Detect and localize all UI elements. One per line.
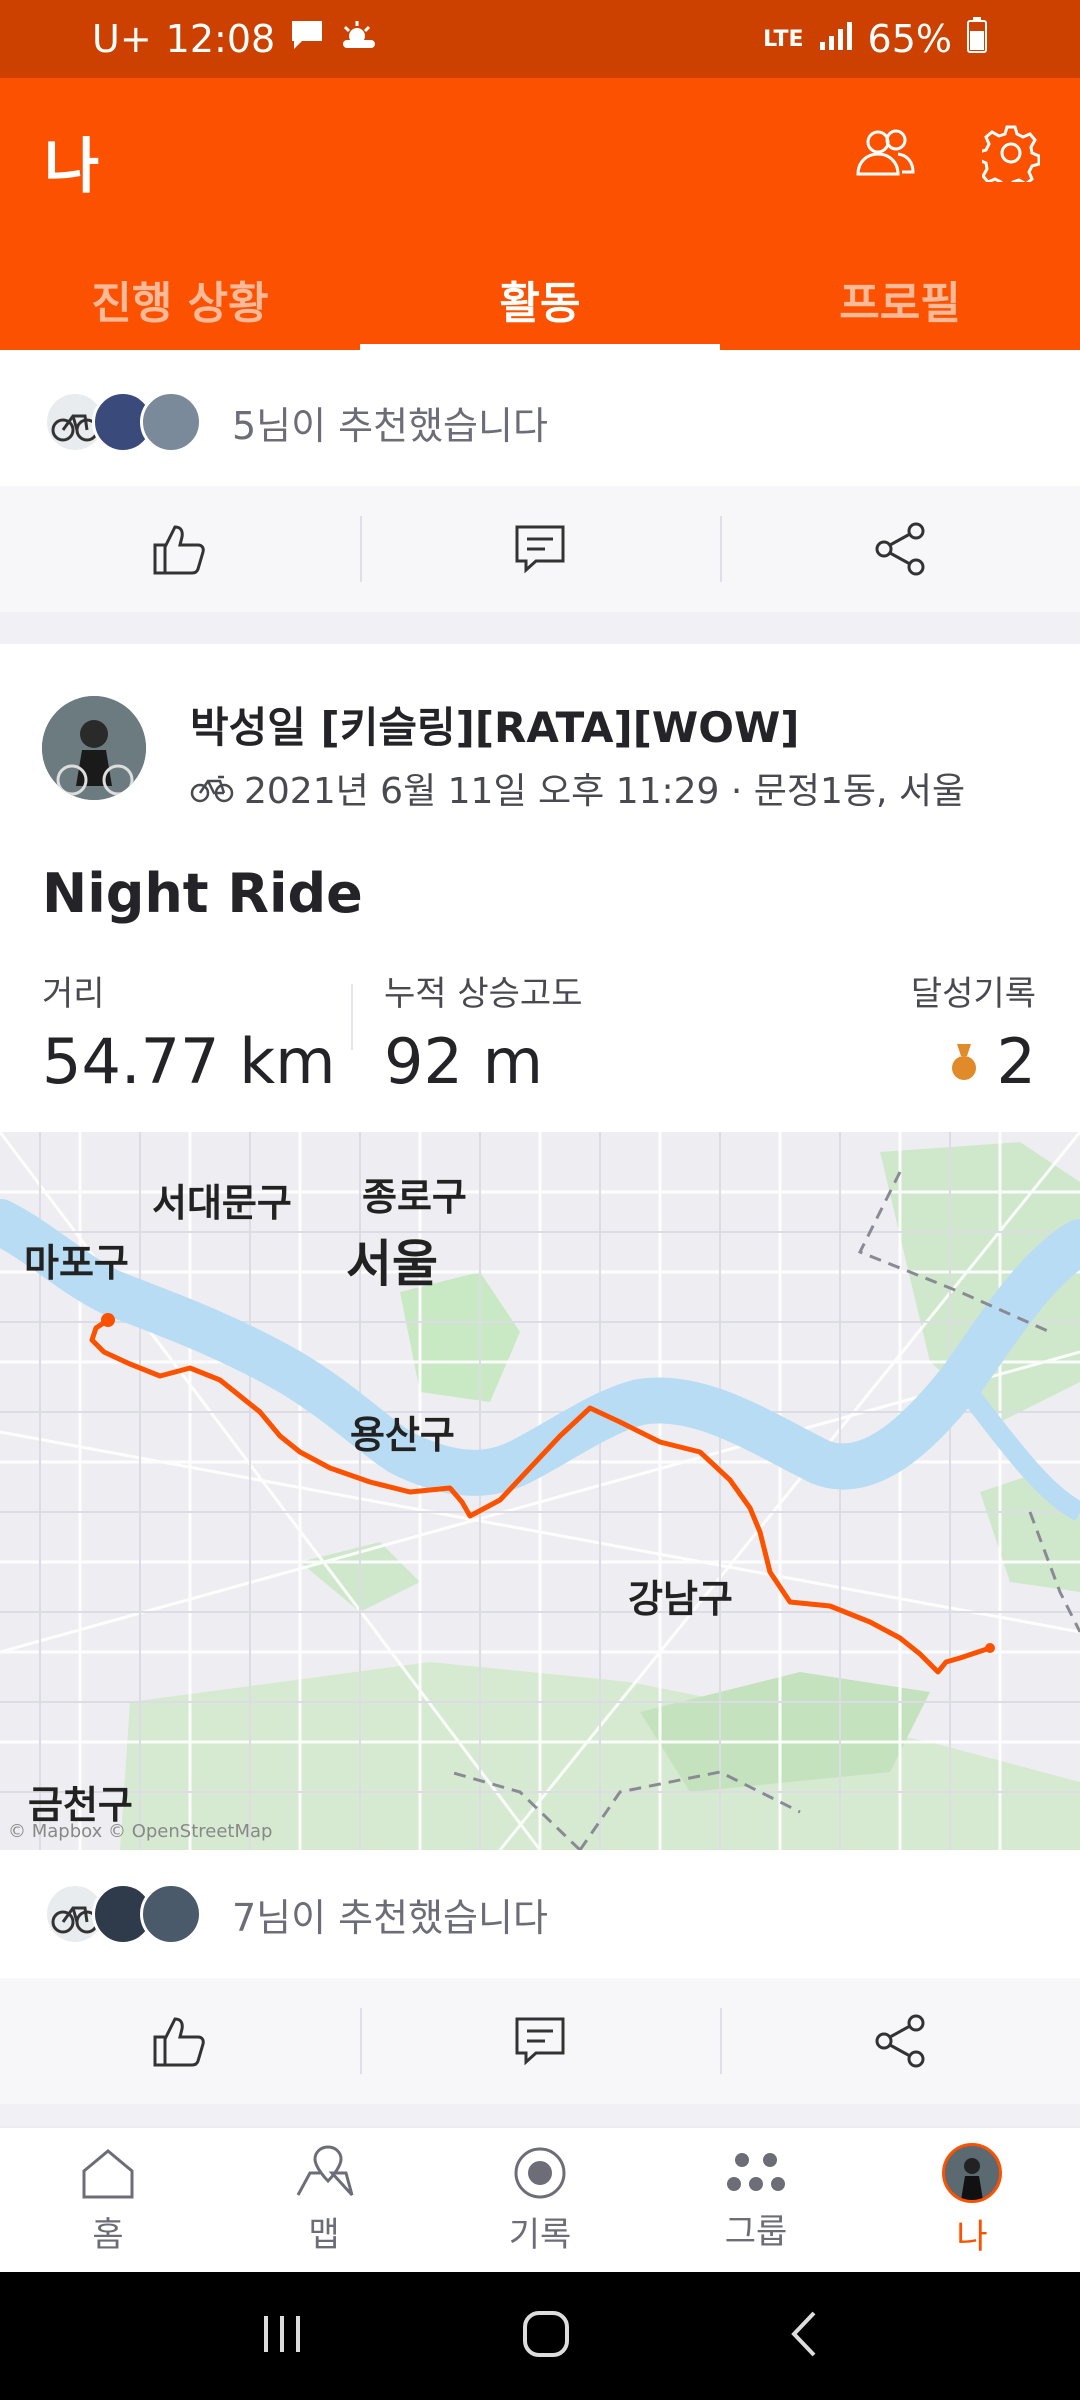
page-title: 나 [44, 132, 100, 202]
home-system-button[interactable] [521, 2309, 571, 2363]
signal-icon [818, 17, 854, 61]
activity-title[interactable]: Night Ride [42, 862, 363, 925]
nav-record-label: 기록 [508, 2214, 572, 2255]
kudos-button[interactable] [0, 486, 360, 612]
tab-progress[interactable]: 진행 상황 [0, 248, 360, 350]
friends-icon[interactable] [850, 118, 920, 188]
nav-home[interactable]: 홈 [0, 2128, 216, 2272]
kudos-avatars [44, 1883, 202, 1945]
elevation-stat: 누적 상승고도 92 m [384, 966, 583, 1098]
map-label-mapo: 마포구 [24, 1241, 129, 1285]
tab-bar: 진행 상황 활동 프로필 [0, 248, 1080, 350]
elevation-value: 92 m [384, 1025, 543, 1098]
share-button[interactable] [720, 486, 1080, 612]
avatar [140, 1883, 202, 1945]
tab-profile[interactable]: 프로필 [720, 248, 1080, 350]
weather-icon [339, 17, 379, 61]
battery-percent: 65% [867, 17, 952, 61]
kudos-row[interactable]: 7님이 추천했습니다 [0, 1850, 1080, 1978]
medal-icon [951, 1043, 976, 1080]
map-label-gangnam: 강남구 [628, 1577, 733, 1621]
message-notification-icon [289, 17, 325, 61]
comment-icon [515, 2017, 565, 2066]
battery-icon [966, 16, 988, 63]
clock: 12:08 [165, 17, 276, 61]
record-icon [514, 2147, 566, 2198]
activity-map[interactable]: 서대문구 종로구 마포구 서울 용산구 강남구 금천구 © Mapbox © O… [0, 1132, 1080, 1850]
kudos-text: 5님이 추천했습니다 [232, 403, 548, 448]
distance-value: 54.77 km [42, 1025, 336, 1098]
avatar-icon [942, 2142, 1002, 2203]
thumbs-up-icon [153, 525, 205, 575]
carrier-label: U+ [92, 17, 152, 61]
share-icon [875, 2014, 925, 2068]
home-icon [82, 2148, 134, 2198]
nav-groups[interactable]: 그룹 [648, 2128, 864, 2272]
status-bar: U+ 12:08 LTE 65% [0, 0, 1080, 78]
athlete-name[interactable]: 박성일 [키슬링][RATA][WOW] [190, 694, 799, 755]
system-nav-bar [0, 2272, 1080, 2400]
recent-apps-button[interactable] [258, 2312, 306, 2360]
achievements-stat: 달성기록 2 [911, 966, 1036, 1098]
app-header: 나 진행 상황 활동 프로필 [0, 78, 1080, 350]
map-label-yongsan: 용산구 [350, 1413, 455, 1457]
map-attribution[interactable]: © Mapbox © OpenStreetMap [8, 1821, 272, 1842]
nav-maps[interactable]: 맵 [216, 2128, 432, 2272]
back-button[interactable] [786, 2309, 822, 2363]
nav-maps-label: 맵 [308, 2214, 340, 2255]
map-label-seoul: 서울 [346, 1235, 438, 1293]
nav-record[interactable]: 기록 [432, 2128, 648, 2272]
kudos-avatars [44, 391, 202, 453]
share-icon [875, 522, 925, 576]
comment-button[interactable] [360, 486, 720, 612]
recent-apps-icon [263, 2316, 300, 2352]
settings-gear-icon[interactable] [976, 118, 1046, 188]
nav-groups-label: 그룹 [724, 2211, 788, 2252]
achievements-count: 2 [996, 1025, 1036, 1098]
feed-separator [0, 612, 1080, 644]
achievements-label: 달성기록 [910, 974, 1036, 1014]
map-label-seodaemun: 서대문구 [152, 1181, 292, 1225]
nav-home-label: 홈 [92, 2214, 124, 2255]
network-type-label: LTE [763, 26, 804, 52]
comment-button[interactable] [360, 1978, 720, 2104]
post-actions [0, 486, 1080, 612]
elevation-label: 누적 상승고도 [384, 974, 583, 1014]
distance-stat: 거리 54.77 km [42, 966, 336, 1098]
stat-divider [351, 984, 353, 1050]
kudos-row[interactable]: 5님이 추천했습니다 [0, 358, 1080, 486]
share-button[interactable] [720, 1978, 1080, 2104]
comment-icon [515, 525, 565, 574]
feed-separator [0, 2104, 1080, 2126]
post-actions [0, 1978, 1080, 2104]
bottom-nav: 홈 맵 기록 그룹 나 [0, 2126, 1080, 2272]
nav-you[interactable]: 나 [864, 2128, 1080, 2272]
kudos-text: 7님이 추천했습니다 [232, 1895, 548, 1940]
groups-icon [727, 2152, 785, 2191]
activity-meta: 2021년 6월 11일 오후 11:29 · 문정1동, 서울 [190, 762, 965, 814]
map-icon [296, 2144, 354, 2196]
map-label-jongno: 종로구 [362, 1175, 467, 1219]
kudos-button[interactable] [0, 1978, 360, 2104]
home-square-icon [522, 2311, 569, 2357]
tab-activities[interactable]: 활동 [360, 248, 720, 350]
avatar [140, 391, 202, 453]
activity-date-location: 2021년 6월 11일 오후 11:29 · 문정1동, 서울 [244, 771, 966, 812]
back-chevron-icon [791, 2311, 816, 2357]
distance-label: 거리 [42, 974, 105, 1014]
achievements-value-row: 2 [911, 1025, 1036, 1098]
nav-you-label: 나 [956, 2216, 988, 2257]
thumbs-up-icon [153, 2017, 205, 2067]
bike-icon [190, 775, 234, 803]
map-background [0, 1132, 1080, 1850]
athlete-avatar[interactable] [42, 696, 146, 800]
